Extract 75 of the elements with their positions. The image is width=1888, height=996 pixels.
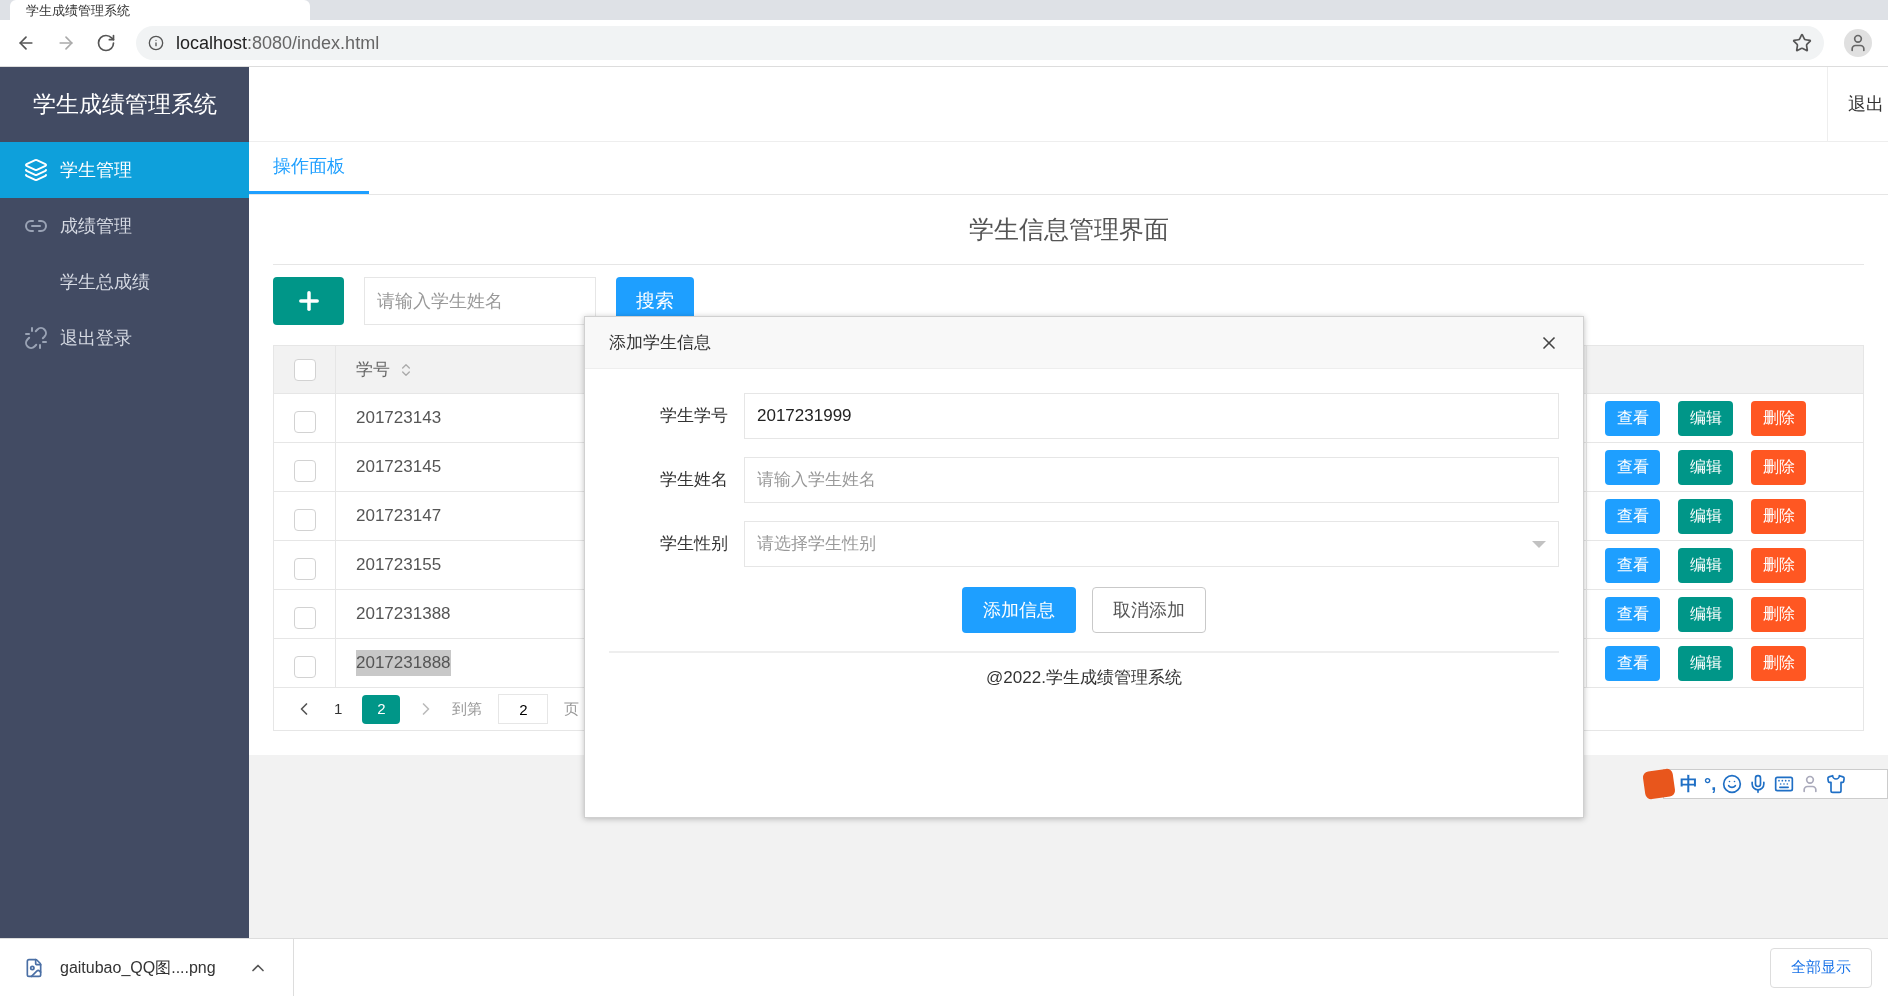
text-field[interactable]: 2017231999 bbox=[744, 393, 1559, 439]
delete-button[interactable]: 删除 bbox=[1751, 645, 1806, 681]
edit-button[interactable]: 编辑 bbox=[1678, 645, 1733, 681]
edit-button[interactable]: 编辑 bbox=[1678, 498, 1733, 534]
page-suffix: 页 bbox=[564, 698, 580, 719]
add-info-button[interactable]: 添加信息 bbox=[962, 587, 1076, 633]
reload-icon[interactable] bbox=[96, 33, 116, 53]
edit-button[interactable]: 编辑 bbox=[1678, 596, 1733, 632]
cancel-button[interactable]: 取消添加 bbox=[1092, 587, 1206, 633]
page-input[interactable]: 2 bbox=[498, 694, 549, 724]
dropdown-caret-icon bbox=[1532, 540, 1546, 548]
view-button[interactable]: 查看 bbox=[1605, 645, 1660, 681]
chain-icon bbox=[24, 326, 48, 350]
ime-logo-icon[interactable] bbox=[1642, 768, 1676, 800]
row-checkbox[interactable] bbox=[293, 460, 316, 482]
page-number[interactable]: 1 bbox=[330, 697, 347, 721]
ime-punctuation[interactable]: °, bbox=[1704, 770, 1717, 798]
panel-tab[interactable]: 操作面板 bbox=[249, 142, 369, 194]
file-icon bbox=[24, 957, 44, 978]
table-cell-text: 2017231388 bbox=[356, 603, 451, 626]
url-text: localhost:8080/index.html bbox=[176, 31, 381, 55]
field-label: 学生学号 bbox=[659, 405, 729, 428]
delete-button[interactable]: 删除 bbox=[1751, 449, 1806, 485]
edit-button[interactable]: 编辑 bbox=[1678, 449, 1733, 485]
view-button[interactable]: 查看 bbox=[1605, 596, 1660, 632]
show-all-button[interactable]: 全部显示 bbox=[1770, 947, 1872, 988]
table-cell-text: 201723155 bbox=[356, 554, 442, 577]
row-checkbox[interactable] bbox=[293, 656, 316, 678]
page-title: 学生信息管理界面 bbox=[968, 213, 1169, 245]
bookmark-star-icon[interactable] bbox=[1792, 33, 1812, 53]
profile-icon[interactable] bbox=[1844, 29, 1872, 57]
row-checkbox[interactable] bbox=[293, 411, 316, 433]
gender-select[interactable]: 请选择学生性别 bbox=[744, 521, 1559, 567]
view-button[interactable]: 查看 bbox=[1605, 449, 1660, 485]
search-field[interactable]: 请输入学生姓名 bbox=[364, 277, 596, 325]
download-filename[interactable]: gaitubao_QQ图....png bbox=[60, 955, 216, 980]
logout-link[interactable]: 退出 bbox=[1827, 67, 1888, 141]
ime-mode[interactable]: 中 bbox=[1680, 770, 1698, 798]
add-button[interactable] bbox=[273, 277, 344, 325]
column-header: 学号 bbox=[356, 358, 390, 381]
dialog-footer: @2022.学生成绩管理系统 bbox=[986, 665, 1182, 691]
page-number[interactable]: 2 bbox=[362, 694, 401, 724]
delete-button[interactable]: 删除 bbox=[1751, 498, 1806, 534]
field-label: 学生性别 bbox=[659, 533, 729, 556]
text-field[interactable]: 请输入学生姓名 bbox=[744, 457, 1559, 503]
sidebar-item[interactable]: 学生总成绩 bbox=[0, 254, 249, 310]
sidebar-item[interactable]: 成绩管理 bbox=[0, 198, 249, 254]
row-checkbox[interactable] bbox=[293, 558, 316, 580]
select-all-checkbox[interactable] bbox=[293, 358, 316, 381]
view-button[interactable]: 查看 bbox=[1605, 400, 1660, 436]
address-bar[interactable]: localhost:8080/index.html bbox=[136, 26, 1824, 60]
sidebar-item[interactable]: 退出登录 bbox=[0, 310, 249, 366]
row-checkbox[interactable] bbox=[293, 607, 316, 629]
view-button[interactable]: 查看 bbox=[1605, 547, 1660, 583]
layers-icon bbox=[24, 158, 48, 182]
dialog-title: 添加学生信息 bbox=[609, 331, 711, 354]
edit-button[interactable]: 编辑 bbox=[1678, 400, 1733, 436]
table-cell-text: 201723143 bbox=[356, 407, 442, 430]
emoji-icon[interactable] bbox=[1722, 774, 1743, 794]
app-title: 学生成绩管理系统 bbox=[32, 90, 217, 120]
info-icon bbox=[148, 35, 164, 51]
field-label: 学生姓名 bbox=[659, 469, 729, 492]
table-cell-text: 201723147 bbox=[356, 505, 442, 528]
sidebar-item[interactable]: 学生管理 bbox=[0, 142, 249, 198]
delete-button[interactable]: 删除 bbox=[1751, 547, 1806, 583]
keyboard-icon[interactable] bbox=[1774, 774, 1795, 794]
goto-label: 到第 bbox=[452, 698, 483, 719]
delete-button[interactable]: 删除 bbox=[1751, 400, 1806, 436]
table-cell-text: 201723145 bbox=[356, 456, 442, 479]
view-button[interactable]: 查看 bbox=[1605, 498, 1660, 534]
table-cell: 2017231888 bbox=[356, 650, 451, 676]
shirt-icon[interactable] bbox=[1826, 774, 1847, 794]
edit-button[interactable]: 编辑 bbox=[1678, 547, 1733, 583]
delete-button[interactable]: 删除 bbox=[1751, 596, 1806, 632]
row-checkbox[interactable] bbox=[293, 509, 316, 531]
